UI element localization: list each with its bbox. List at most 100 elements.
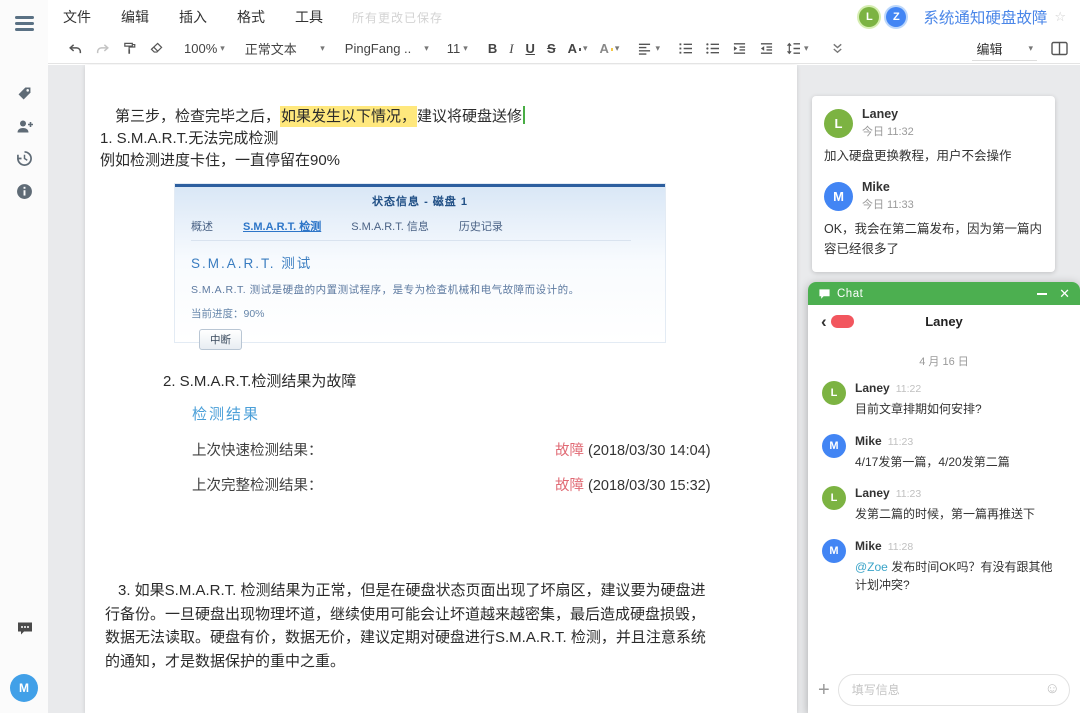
chat-message: M Mike 11:28 @Zoe 发布时间OK吗？有没有跟其他计划冲突? <box>822 537 1066 595</box>
collaborator-avatar-laney[interactable]: L <box>859 7 880 27</box>
message-text: 目前文章排期如何安排? <box>855 402 982 416</box>
highlighted-text: 如果发生以下情况， <box>280 106 418 127</box>
bullet-list-button[interactable] <box>699 39 726 58</box>
message-avatar: L <box>822 486 846 511</box>
results-heading[interactable]: 检测结果 <box>192 403 260 424</box>
left-sidebar: M <box>0 0 48 713</box>
chat-message: L Laney 11:23 发第二篇的时候，第一篇再推送下 <box>822 484 1066 524</box>
undo-button[interactable] <box>62 39 89 59</box>
hamburger-menu-icon[interactable] <box>15 16 34 31</box>
doc-paragraph-4[interactable]: 2. S.M.A.R.T.检测结果为故障 <box>163 370 356 391</box>
menu-bar: 文件 编辑 插入 格式 工具 所有更改已保存 L Z 系统通知硬盘故障 ☆ <box>48 0 1080 34</box>
underline-button[interactable]: U <box>520 38 541 59</box>
chat-minimize-button[interactable] <box>1037 292 1048 295</box>
result-status: 故障 <box>555 478 584 494</box>
chat-date-divider: 4 月 16 日 <box>919 356 969 368</box>
clear-format-button[interactable] <box>143 38 170 59</box>
text-color-button[interactable]: A ▾ <box>562 38 594 59</box>
chat-titlebar[interactable]: Chat ✕ <box>808 282 1080 305</box>
comment-avatar-laney: L <box>824 108 853 138</box>
more-tools-button[interactable] <box>825 39 850 58</box>
chat-message-list: L Laney 11:22 目前文章排期如何安排? M Mike 11:23 4/1… <box>808 379 1080 595</box>
screenshot-tab-overview: 概述 <box>191 221 213 233</box>
favorite-star-icon[interactable]: ☆ <box>1054 9 1066 25</box>
user-avatar[interactable]: M <box>10 674 38 702</box>
screenshot-tab-smart-test: S.M.A.R.T. 检测 <box>243 221 322 233</box>
zoom-select[interactable]: 100% ▾ <box>178 38 231 59</box>
result-row-quick[interactable]: 上次快速检测结果： 故障 (2018/03/30 14:04) <box>192 439 752 460</box>
result-time: (2018/03/30 15:32) <box>584 478 711 494</box>
doc-paragraph-2[interactable]: 1. S.M.A.R.T.无法完成检测 <box>100 127 278 148</box>
feedback-chat-icon[interactable] <box>16 620 33 637</box>
menu-insert[interactable]: 插入 <box>164 7 222 27</box>
result-time: (2018/03/30 14:04) <box>584 443 711 459</box>
doc-paragraph-3[interactable]: 例如检测进度卡住，一直停留在90% <box>100 149 340 170</box>
menu-edit[interactable]: 编辑 <box>106 7 164 27</box>
screenshot-abort-button: 中断 <box>199 329 242 350</box>
paragraph-style-select[interactable]: 正常文本 ▾ <box>239 36 331 61</box>
chat-message: L Laney 11:22 目前文章排期如何安排? <box>822 379 1066 419</box>
menu-tools[interactable]: 工具 <box>280 7 338 27</box>
save-status: 所有更改已保存 <box>352 10 444 25</box>
font-size-select[interactable]: 11 ▾ <box>441 38 474 59</box>
comment-text: 加入硬盘更换教程，用户不会操作 <box>824 149 1012 163</box>
indent-decrease-button[interactable] <box>753 39 780 58</box>
comments-panel[interactable]: L Laney 今日 11:32 加入硬盘更换教程，用户不会操作 M Mike … <box>812 96 1055 273</box>
screenshot-window-title: 状态信息 - 磁盘 1 <box>372 196 468 208</box>
chat-window: Chat ✕ Laney ‹ 4 月 16 日 L Laney 11:22 目前文… <box>808 282 1080 713</box>
history-icon[interactable] <box>16 150 33 167</box>
bold-button[interactable]: B <box>482 38 503 59</box>
screenshot-tabs: 概述 S.M.A.R.T. 检测 S.M.A.R.T. 信息 历史记录 <box>191 218 631 241</box>
line-spacing-button[interactable]: ▾ <box>780 39 815 58</box>
info-icon[interactable] <box>16 183 33 200</box>
title-group: L Z 系统通知硬盘故障 ☆ <box>859 0 1066 34</box>
attach-plus-button[interactable]: + <box>818 680 830 700</box>
comment-time: 今日 11:32 <box>862 126 914 138</box>
highlight-color-button[interactable]: A ▾ <box>594 38 626 59</box>
message-time: 11:23 <box>895 488 922 501</box>
redo-button[interactable] <box>89 39 116 59</box>
screenshot-tab-history: 历史记录 <box>458 221 503 233</box>
embedded-screenshot-smart-test[interactable]: 状态信息 - 磁盘 1 概述 S.M.A.R.T. 检测 S.M.A.R.T. … <box>175 184 665 350</box>
chat-close-button[interactable]: ✕ <box>1059 287 1070 300</box>
chat-input-bar: + ☺ <box>808 674 1080 706</box>
indent-increase-button[interactable] <box>726 39 753 58</box>
edit-mode-select[interactable]: 编辑 ▾ <box>972 37 1037 61</box>
format-painter-button[interactable] <box>116 38 143 59</box>
screenshot-body-text: S.M.A.R.T. 测试是硬盘的内置测试程序，是专为检查机械和电气故障而设计的… <box>191 284 580 296</box>
document-title[interactable]: 系统通知硬盘故障 <box>923 6 1047 28</box>
message-time: 11:22 <box>895 383 922 395</box>
result-row-full[interactable]: 上次完整检测结果： 故障 (2018/03/30 15:32) <box>192 474 752 495</box>
align-button[interactable]: ▾ <box>631 39 666 58</box>
message-text: 4/17发第一篇，4/20发第二篇 <box>855 454 1010 469</box>
comment-text: OK，我会在第二篇发布，因为第一篇内容已经很多了 <box>824 222 1043 256</box>
result-label: 上次快速检测结果： <box>192 443 323 459</box>
message-avatar: L <box>822 381 846 405</box>
message-time: 11:23 <box>887 435 914 448</box>
page-view-icon[interactable] <box>1051 41 1068 56</box>
italic-button[interactable]: I <box>503 38 519 60</box>
tag-icon[interactable] <box>16 85 33 102</box>
message-time: 11:28 <box>887 540 914 553</box>
mention: @Zoe <box>855 559 888 574</box>
chat-peer-name: Laney <box>925 313 963 329</box>
document-page[interactable]: 第三步，检查完毕之后，如果发生以下情况，建议将硬盘送修 1. S.M.A.R.T… <box>85 65 797 713</box>
format-toolbar: 100% ▾ 正常文本 ▾ PingFang .. ▾ 11 ▾ B I U S A ▾ … <box>48 34 1080 64</box>
doc-paragraph-1[interactable]: 第三步，检查完毕之后，如果发生以下情况，建议将硬盘送修 <box>115 105 526 127</box>
comment-author: Mike <box>862 180 890 195</box>
font-family-select[interactable]: PingFang .. ▾ <box>339 38 435 59</box>
comment-author: Laney <box>862 107 899 121</box>
chat-message-input[interactable] <box>837 674 1070 706</box>
message-author: Laney <box>855 486 890 501</box>
collaborator-avatar-zoe[interactable]: Z <box>886 7 907 27</box>
chat-window-title: Chat <box>837 287 864 300</box>
strikethrough-button[interactable]: S <box>541 38 562 59</box>
screenshot-heading: S.M.A.R.T. 测试 <box>191 256 313 271</box>
doc-paragraph-5[interactable]: 3. 如果S.M.A.R.T. 检测结果为正常，但是在硬盘状态页面出现了坏扇区，… <box>105 579 713 673</box>
message-avatar: M <box>822 433 846 458</box>
numbered-list-button[interactable] <box>672 39 699 58</box>
menu-format[interactable]: 格式 <box>222 7 280 27</box>
add-collaborator-icon[interactable] <box>16 118 33 135</box>
emoji-icon[interactable]: ☺ <box>1045 681 1060 696</box>
menu-file[interactable]: 文件 <box>48 7 106 27</box>
